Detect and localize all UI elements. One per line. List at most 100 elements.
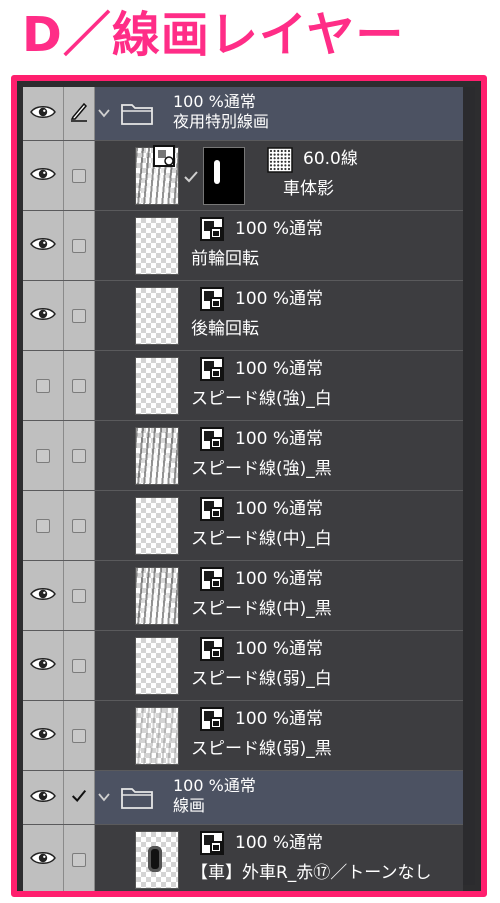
eye-icon [30,656,56,676]
layer-row[interactable]: 100 %通常 前輪回転 [23,211,463,281]
edit-lock-toggle[interactable] [64,141,95,210]
visibility-toggle[interactable] [23,351,64,420]
layer-row[interactable]: 100 %通常 後輪回転 [23,281,463,351]
edit-box[interactable] [72,518,86,533]
raster-layer-icon [200,831,224,855]
layer-name: 前輪回転 [191,249,259,269]
check-icon [70,787,88,809]
blend-mode: 100 %通常 [235,499,324,519]
edit-lock-toggle[interactable] [64,491,95,560]
edit-box[interactable] [72,448,86,463]
folder-name: 夜用特別線画 [173,112,270,131]
eye-icon [30,788,56,808]
layer-thumbnail [135,217,179,275]
edit-box[interactable] [72,588,86,603]
edit-lock-toggle[interactable] [64,701,95,770]
layer-row[interactable]: 100 %通常 スピード線(強)_白 [23,351,463,421]
chevron-down-icon[interactable] [97,789,111,803]
raster-layer-icon [200,217,224,241]
layer-row[interactable]: 100 %通常スピード線(強)_黒 [23,421,463,491]
raster-layer-icon [200,287,224,311]
layer-row[interactable]: 100 %通常 スピード線(弱)_黒 [23,701,463,771]
layer-content[interactable]: 100 %通常 スピード線(中)_黒 [95,561,463,630]
blend-mode: 100 %通常 [235,569,324,589]
layer-content[interactable]: 100 %通常 後輪回転 [95,281,463,350]
folder-mode: 100 %通常 [173,92,256,111]
layer-content[interactable]: 100 %通常 スピード線(弱)_黒 [95,701,463,770]
visibility-toggle[interactable] [23,87,64,140]
visibility-toggle[interactable] [23,421,64,490]
mask-link-check-icon [183,169,199,189]
layer-row[interactable]: 100 %通常スピード線(中)_白 [23,491,463,561]
layer-content[interactable]: 100 %通常 線画 [95,771,463,824]
layer-name: スピード線(中)_白 [191,529,332,549]
folder-row[interactable]: 100 %通常 線画 [23,771,463,825]
chevron-down-icon[interactable] [97,105,111,119]
edit-box[interactable] [72,168,86,183]
edit-box[interactable] [72,728,86,743]
layer-content[interactable]: 100 %通常 【車】外車R_赤⑰／トーンなし [95,825,463,891]
layer-row[interactable]: 100 %通常 【車】外車R_赤⑰／トーンなし [23,825,463,891]
layer-row[interactable]: 100 %通常 スピード線(弱)_白 [23,631,463,701]
visibility-toggle[interactable] [23,141,64,210]
eye-icon [30,850,56,870]
edit-box[interactable] [72,852,86,867]
raster-layer-icon [200,427,224,451]
raster-layer-icon [200,497,224,521]
layer-name: 後輪回転 [191,319,259,339]
visibility-toggle[interactable] [23,211,64,280]
layer-name: スピード線(弱)_黒 [191,739,332,759]
edit-lock-toggle[interactable] [64,421,95,490]
screentone-icon [267,147,293,173]
edit-box[interactable] [72,378,86,393]
edit-box[interactable] [72,238,86,253]
pen-icon [69,102,89,126]
layer-content[interactable]: 60.0線 車体影 [95,141,463,210]
visibility-toggle[interactable] [23,771,64,824]
visibility-toggle[interactable] [23,631,64,700]
layer-row[interactable]: 60.0線 車体影 [23,141,463,211]
visibility-toggle[interactable] [23,281,64,350]
folder-icon [121,101,153,125]
visibility-off-box[interactable] [36,448,50,463]
layer-name: スピード線(強)_黒 [191,459,332,479]
edit-lock-toggle[interactable] [64,825,95,891]
edit-lock-toggle[interactable] [64,771,95,824]
visibility-off-box[interactable] [36,378,50,393]
eye-icon [30,726,56,746]
layer-name: 車体影 [283,179,334,199]
layer-name: スピード線(強)_白 [191,389,332,409]
layer-content[interactable]: 100 %通常 スピード線(弱)_白 [95,631,463,700]
eye-icon [30,236,56,256]
visibility-off-box[interactable] [36,518,50,533]
layer-content[interactable]: 100 %通常スピード線(強)_黒 [95,421,463,490]
page-title: D／線画レイヤー [22,7,405,63]
layer-name: スピード線(弱)_白 [191,669,332,689]
layer-content[interactable]: 100 %通常 スピード線(強)_白 [95,351,463,420]
eye-icon [30,306,56,326]
edit-lock-toggle[interactable] [64,561,95,630]
layer-thumbnail [135,357,179,415]
blend-mode: 100 %通常 [235,429,324,449]
edit-lock-toggle[interactable] [64,211,95,280]
edit-box[interactable] [72,308,86,323]
eye-icon [30,166,56,186]
layer-content[interactable]: 100 %通常スピード線(中)_白 [95,491,463,560]
folder-row[interactable]: 100 %通常 夜用特別線画 [23,87,463,141]
edit-lock-toggle[interactable] [64,87,95,140]
scrollbar[interactable] [463,87,475,885]
visibility-toggle[interactable] [23,825,64,891]
layer-thumbnail [135,567,179,625]
visibility-toggle[interactable] [23,561,64,630]
edit-lock-toggle[interactable] [64,281,95,350]
visibility-toggle[interactable] [23,701,64,770]
edit-box[interactable] [72,658,86,673]
layer-row[interactable]: 100 %通常 スピード線(中)_黒 [23,561,463,631]
layer-content[interactable]: 100 %通常 前輪回転 [95,211,463,280]
eye-icon [30,586,56,606]
raster-layer-icon [200,567,224,591]
visibility-toggle[interactable] [23,491,64,560]
edit-lock-toggle[interactable] [64,631,95,700]
layer-content[interactable]: 100 %通常 夜用特別線画 [95,87,463,140]
edit-lock-toggle[interactable] [64,351,95,420]
